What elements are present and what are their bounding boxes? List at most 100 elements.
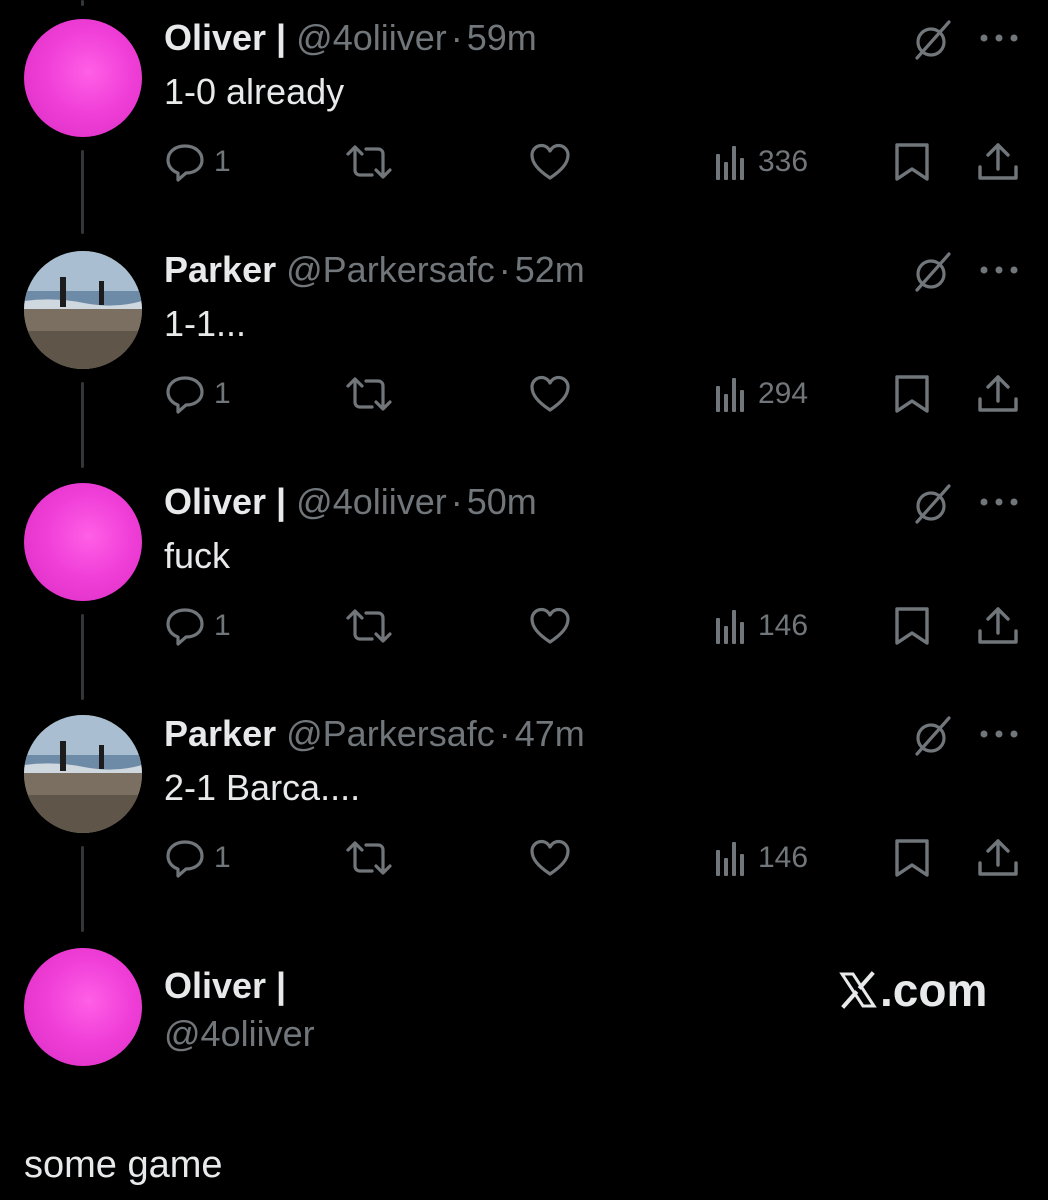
tweet[interactable]: Oliver | @4oliiver · 59m 1-0 already 1 336: [0, 0, 1048, 232]
user-handle[interactable]: @4oliiver: [164, 1010, 315, 1058]
reply-icon: [166, 608, 204, 646]
bookmark-button[interactable]: [892, 836, 932, 880]
views-button[interactable]: 146: [714, 836, 808, 880]
views-button[interactable]: 146: [714, 604, 808, 648]
reply-count: 1: [214, 377, 231, 410]
tweet[interactable]: Parker @Parkersafc · 47m 2-1 Barca.... 1 1…: [0, 696, 1048, 928]
more-icon[interactable]: [978, 726, 1022, 747]
retweet-button[interactable]: [344, 140, 394, 184]
view-count: 336: [758, 145, 809, 178]
separator-dot: ·: [450, 17, 463, 58]
bookmark-icon: [895, 607, 929, 645]
brand-text: .com: [880, 964, 988, 1016]
bookmark-icon: [895, 375, 929, 413]
retweet-icon: [346, 145, 392, 179]
tweet-header: Parker @Parkersafc · 52m: [164, 246, 585, 294]
separator-dot: ·: [498, 713, 511, 754]
avatar[interactable]: [24, 948, 142, 1066]
more-icon[interactable]: [978, 494, 1022, 515]
tweet-text: 2-1 Barca....: [164, 767, 361, 808]
user-handle[interactable]: @Parkersafc: [286, 249, 495, 290]
reply-button[interactable]: 1: [164, 140, 231, 184]
tweet-header: Oliver | @4oliiver · 59m: [164, 14, 537, 62]
tweet[interactable]: Parker @Parkersafc · 52m 1-1... 1 294: [0, 232, 1048, 464]
grok-icon[interactable]: [911, 250, 955, 299]
views-button[interactable]: 336: [714, 140, 808, 184]
views-button[interactable]: 294: [714, 372, 808, 416]
share-button[interactable]: [976, 836, 1020, 880]
share-icon: [978, 143, 1018, 180]
more-icon[interactable]: [978, 30, 1022, 51]
tweet[interactable]: Oliver | @4oliiver · 50m fuck 1 146: [0, 464, 1048, 696]
user-name[interactable]: Oliver |: [164, 962, 286, 1010]
tweet-actions: 1 146: [0, 604, 1048, 648]
bookmark-icon: [895, 143, 929, 181]
bookmark-icon: [895, 839, 929, 877]
more-icon[interactable]: [978, 262, 1022, 283]
post-text: some game: [24, 1144, 223, 1186]
reply-button[interactable]: 1: [164, 372, 231, 416]
like-icon: [530, 839, 570, 876]
retweet-button[interactable]: [344, 836, 394, 880]
share-icon: [978, 839, 1018, 876]
tweet-header: Oliver | @4oliiver · 50m: [164, 478, 537, 526]
user-name[interactable]: Parker: [164, 249, 276, 290]
timestamp[interactable]: 59m: [467, 17, 537, 58]
views-icon: [716, 842, 744, 876]
like-button[interactable]: [528, 372, 572, 416]
beach-photo: [24, 715, 142, 833]
user-handle[interactable]: @4oliiver: [296, 481, 447, 522]
final-post[interactable]: Oliver | @4oliiver .com some game: [0, 928, 1048, 1200]
grok-icon[interactable]: [911, 18, 955, 67]
like-button[interactable]: [528, 140, 572, 184]
reply-count: 1: [214, 841, 231, 874]
grok-icon[interactable]: [911, 714, 955, 763]
reply-count: 1: [214, 145, 231, 178]
views-icon: [716, 378, 744, 412]
reply-button[interactable]: 1: [164, 836, 231, 880]
retweet-button[interactable]: [344, 372, 394, 416]
user-name[interactable]: Oliver |: [164, 17, 286, 58]
reply-icon: [166, 376, 204, 414]
avatar[interactable]: [24, 715, 142, 833]
views-icon: [716, 146, 744, 180]
retweet-icon: [346, 841, 392, 875]
avatar[interactable]: [24, 483, 142, 601]
bookmark-button[interactable]: [892, 140, 932, 184]
tweet-text: fuck: [164, 535, 231, 576]
bookmark-button[interactable]: [892, 372, 932, 416]
timestamp[interactable]: 47m: [515, 713, 585, 754]
grok-icon[interactable]: [911, 482, 955, 531]
avatar[interactable]: [24, 19, 142, 137]
like-button[interactable]: [528, 836, 572, 880]
views-icon: [716, 610, 744, 644]
retweet-button[interactable]: [344, 604, 394, 648]
bookmark-button[interactable]: [892, 604, 932, 648]
share-icon: [978, 607, 1018, 644]
tweet-actions: 1 336: [0, 140, 1048, 184]
view-count: 146: [758, 609, 809, 642]
user-name[interactable]: Oliver |: [164, 481, 286, 522]
share-button[interactable]: [976, 140, 1020, 184]
user-handle[interactable]: @4oliiver: [296, 17, 447, 58]
reply-count: 1: [214, 609, 231, 642]
timestamp[interactable]: 52m: [515, 249, 585, 290]
like-button[interactable]: [528, 604, 572, 648]
retweet-icon: [346, 609, 392, 643]
x-com-watermark: .com: [838, 962, 987, 1018]
tweet-text: 1-0 already: [164, 71, 345, 112]
tweet-text: 1-1...: [164, 303, 247, 344]
tweet-thread: Oliver | @4oliiver · 59m 1-0 already 1 336: [0, 0, 1048, 1200]
tweet-actions: 1 294: [0, 372, 1048, 416]
reply-button[interactable]: 1: [164, 604, 231, 648]
user-handle[interactable]: @Parkersafc: [286, 713, 495, 754]
x-logo-icon: [839, 971, 877, 1009]
timestamp[interactable]: 50m: [467, 481, 537, 522]
like-icon: [530, 607, 570, 644]
avatar[interactable]: [24, 251, 142, 369]
tweet-actions: 1 146: [0, 836, 1048, 880]
view-count: 294: [758, 377, 809, 410]
share-button[interactable]: [976, 372, 1020, 416]
user-name[interactable]: Parker: [164, 713, 276, 754]
share-button[interactable]: [976, 604, 1020, 648]
